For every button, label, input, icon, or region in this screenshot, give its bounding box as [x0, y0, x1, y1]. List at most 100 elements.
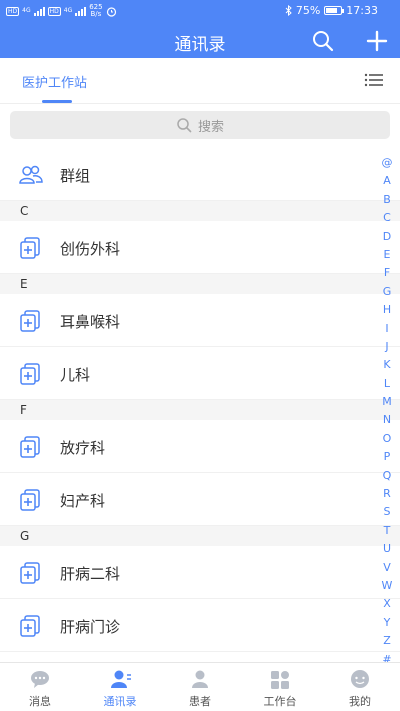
status-bar: HD 4G HD 4G 625 B/s 75% 17:33	[0, 0, 400, 22]
index-letter[interactable]: R	[380, 485, 394, 503]
index-letter[interactable]: Z	[380, 632, 394, 650]
search-icon[interactable]	[310, 29, 336, 53]
page-title: 通讯录	[174, 35, 226, 55]
contact-list: 群组 C 创伤外科 E 耳鼻喉科儿科 F 放疗科妇产科 G 肝病二科肝病门诊	[0, 148, 400, 652]
index-letter[interactable]: W	[380, 577, 394, 595]
list-menu-icon[interactable]	[364, 72, 384, 88]
workbench-icon	[271, 671, 289, 689]
index-letter[interactable]: H	[380, 301, 394, 319]
index-letter[interactable]: @	[380, 154, 394, 172]
net-speed-unit: B/s	[90, 10, 102, 18]
index-letter[interactable]: M	[380, 393, 394, 411]
department-icon	[20, 489, 40, 511]
index-letter[interactable]: Q	[380, 467, 394, 485]
group-row[interactable]: 群组	[0, 148, 400, 201]
index-letter[interactable]: P	[380, 448, 394, 466]
tab-label: 消息	[29, 695, 51, 708]
signal-icon	[33, 6, 45, 16]
search-field-icon	[177, 118, 192, 133]
index-letter[interactable]: V	[380, 559, 394, 577]
index-letter[interactable]: S	[380, 503, 394, 521]
list-item[interactable]: 妇产科	[0, 473, 400, 526]
alphabet-index[interactable]: @ A B C D E F G H I J K L M N O P Q R S T U V W X Y Z #	[380, 154, 394, 669]
section-header-g: G	[0, 526, 400, 546]
signal-icon-2	[75, 6, 87, 16]
department-label: 肝病门诊	[60, 618, 121, 636]
department-icon	[20, 436, 40, 458]
tab-chat-bubble[interactable]: 消息	[0, 663, 80, 711]
tab-workbench[interactable]: 工作台	[240, 663, 320, 711]
index-letter[interactable]: O	[380, 430, 394, 448]
index-letter[interactable]: G	[380, 283, 394, 301]
clock: 17:33	[346, 4, 378, 17]
hd-badge-2: HD	[47, 6, 61, 16]
index-letter[interactable]: K	[380, 356, 394, 374]
search-bar: 搜索	[0, 104, 400, 146]
search-placeholder: 搜索	[197, 119, 224, 135]
group-icon	[19, 165, 43, 184]
index-letter[interactable]: E	[380, 246, 394, 264]
tab-label: 通讯录	[103, 695, 137, 708]
group-label: 群组	[60, 167, 91, 185]
department-label: 妇产科	[60, 492, 106, 510]
tab-label: 我的	[349, 695, 371, 708]
hd-badge-1: HD	[6, 6, 20, 16]
battery-percent: 75%	[295, 4, 321, 17]
section-header-c: C	[0, 201, 400, 221]
chat-bubble-icon	[31, 671, 49, 688]
alarm-icon	[106, 6, 116, 17]
index-letter[interactable]: F	[380, 264, 394, 282]
network-gen-1: 4G	[22, 7, 31, 14]
department-icon	[20, 310, 40, 332]
tab-indicator	[42, 100, 72, 103]
tab-label: 工作台	[263, 695, 297, 708]
profile-icon	[351, 670, 369, 688]
index-letter[interactable]: X	[380, 595, 394, 613]
app-header: HD 4G HD 4G 625 B/s 75% 17:33 通讯录	[0, 0, 400, 58]
department-icon	[20, 237, 40, 259]
bottom-nav: 消息 通讯录 患者 工作台 我的	[0, 662, 400, 711]
section-header-e: E	[0, 274, 400, 294]
list-item[interactable]: 肝病二科	[0, 546, 400, 599]
bluetooth-icon	[285, 5, 292, 16]
station-bar: 医护工作站	[0, 58, 400, 104]
index-letter[interactable]: N	[380, 411, 394, 429]
list-item[interactable]: 肝病门诊	[0, 599, 400, 652]
department-label: 耳鼻喉科	[60, 313, 121, 331]
status-left: HD 4G HD 4G 625 B/s	[6, 4, 117, 18]
index-letter[interactable]: L	[380, 375, 394, 393]
network-gen-2: 4G	[63, 7, 73, 14]
contacts-icon	[111, 670, 131, 688]
search-input[interactable]: 搜索	[10, 111, 390, 139]
tab-contacts[interactable]: 通讯录	[80, 663, 160, 711]
department-label: 儿科	[60, 366, 91, 384]
index-letter[interactable]: B	[380, 191, 394, 209]
list-item[interactable]: 放疗科	[0, 420, 400, 473]
index-letter[interactable]: D	[380, 228, 394, 246]
index-letter[interactable]: I	[380, 320, 394, 338]
index-letter[interactable]: J	[380, 338, 394, 356]
tab-profile[interactable]: 我的	[320, 663, 400, 711]
department-icon	[20, 363, 40, 385]
tab-medical-station[interactable]: 医护工作站	[22, 72, 87, 91]
department-label: 肝病二科	[60, 565, 121, 583]
plus-icon[interactable]	[364, 29, 390, 53]
list-item[interactable]: 创伤外科	[0, 221, 400, 274]
list-item[interactable]: 儿科	[0, 347, 400, 400]
index-letter[interactable]: C	[380, 209, 394, 227]
search-inner: 搜索	[10, 111, 390, 139]
list-item[interactable]: 耳鼻喉科	[0, 294, 400, 347]
department-label: 创伤外科	[60, 240, 121, 258]
index-letter[interactable]: A	[380, 172, 394, 190]
section-header-f: F	[0, 400, 400, 420]
tab-patient[interactable]: 患者	[160, 663, 240, 711]
index-letter[interactable]: Y	[380, 614, 394, 632]
department-icon	[20, 615, 40, 637]
index-letter[interactable]: U	[380, 540, 394, 558]
department-label: 放疗科	[60, 439, 106, 457]
net-speed: 625 B/s	[89, 4, 102, 18]
index-letter[interactable]: T	[380, 522, 394, 540]
patient-icon	[192, 670, 208, 688]
department-icon	[20, 562, 40, 584]
tab-label: 患者	[189, 695, 211, 708]
